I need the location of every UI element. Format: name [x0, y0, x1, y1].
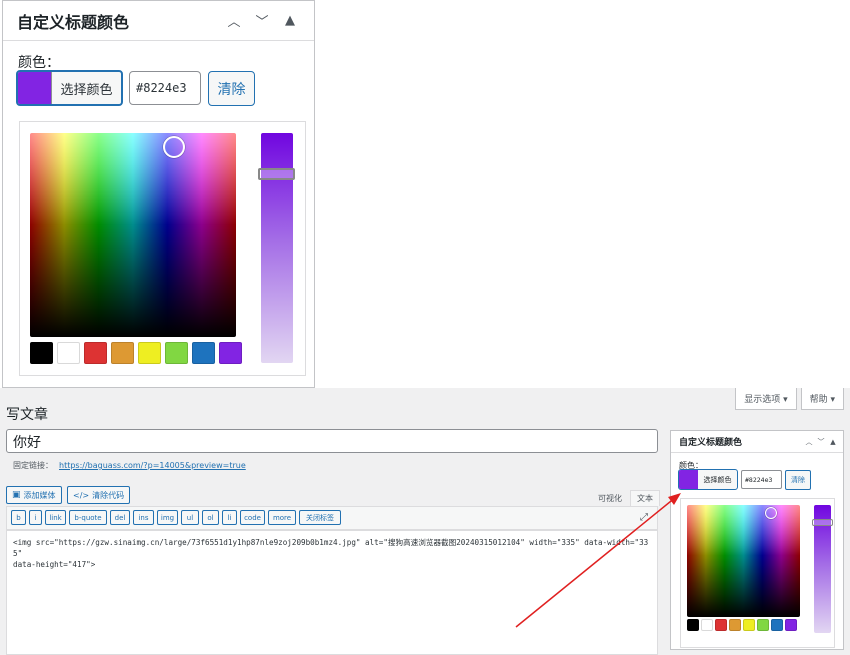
side-metabox-header: 自定义标题颜色 ︿ ﹀ ▲ [671, 431, 843, 453]
permalink: 固定链接： https://baguass.com/?p=14005&previe… [13, 460, 246, 471]
collapse-triangle-icon[interactable]: ▲ [276, 13, 304, 28]
qt-link[interactable]: link [45, 510, 66, 525]
side-palette [687, 619, 797, 631]
tab-text[interactable]: 文本 [630, 490, 660, 506]
post-editor: 显示选项 ▾ 帮助 ▾ 写文章 你好 固定链接： https://baguass.… [0, 388, 850, 655]
code-line-1: <img src="https://gzw.sinaimg.cn/large/7… [13, 538, 649, 558]
side-swatch-red[interactable] [715, 619, 727, 631]
add-media-button[interactable]: ▣ 添加媒体 [6, 486, 62, 504]
palette-swatch-orange[interactable] [111, 342, 134, 364]
qt-ul[interactable]: ul [181, 510, 199, 525]
code-line-2: data-height="417"> [13, 560, 96, 569]
side-swatch-purple[interactable] [785, 619, 797, 631]
page-title: 写文章 [6, 407, 48, 423]
color-swatch [18, 72, 52, 104]
side-swatch-black[interactable] [687, 619, 699, 631]
palette-swatch-white[interactable] [57, 342, 80, 364]
collapse-triangle-icon[interactable]: ▲ [827, 438, 839, 446]
qt-ins[interactable]: ins [133, 510, 154, 525]
side-metabox-title: 自定义标题颜色 [679, 438, 743, 448]
clear-button[interactable]: 清除 [208, 71, 255, 106]
tab-visual[interactable]: 可视化 [592, 490, 628, 506]
palette [30, 342, 242, 364]
side-hex-color-input[interactable]: #8224e3 [741, 470, 782, 489]
qt-bquote[interactable]: b-quote [69, 510, 107, 525]
color-metabox-sidebar: 自定义标题颜色 ︿ ﹀ ▲ 颜色： 选择颜色 #8224e3 清除 [670, 430, 844, 650]
side-select-color-button[interactable]: 选择颜色 [678, 469, 738, 490]
palette-swatch-black[interactable] [30, 342, 53, 364]
qt-italic[interactable]: i [29, 510, 42, 525]
qt-close-tags[interactable]: 关闭标签 [299, 510, 341, 525]
side-saturation-square[interactable] [687, 505, 800, 617]
permalink-link[interactable]: https://baguass.com/?p=14005&preview=tru… [59, 461, 246, 470]
chevron-down-icon[interactable]: ﹀ [248, 11, 276, 30]
qt-del[interactable]: del [110, 510, 130, 525]
color-picker-panel [19, 121, 306, 376]
clear-code-button[interactable]: </> 清除代码 [67, 486, 131, 504]
help-tab[interactable]: 帮助 ▾ [800, 388, 844, 410]
side-swatch-white[interactable] [701, 619, 713, 631]
color-metabox-zoomed: 自定义标题颜色 ︿ ﹀ ▲ 颜色： 选择颜色 清除 [2, 0, 315, 388]
code-textarea[interactable]: <img src="https://gzw.sinaimg.cn/large/7… [6, 530, 658, 655]
qt-code[interactable]: code [240, 510, 265, 525]
color-label: 颜色： [18, 55, 60, 71]
chevron-up-icon[interactable]: ︿ [220, 11, 248, 30]
qt-ol[interactable]: ol [202, 510, 219, 525]
qt-li[interactable]: li [222, 510, 237, 525]
chevron-up-icon[interactable]: ︿ [803, 437, 815, 447]
media-icon: ▣ [12, 490, 21, 500]
metabox-header: 自定义标题颜色 ︿ ﹀ ▲ [3, 1, 314, 41]
slider-handle[interactable] [258, 168, 295, 180]
select-color-label: 选择颜色 [60, 82, 113, 98]
post-title-input[interactable]: 你好 [6, 429, 658, 453]
side-swatch-orange[interactable] [729, 619, 741, 631]
saturation-square[interactable] [30, 133, 236, 337]
qt-more[interactable]: more [268, 510, 296, 525]
side-swatch-blue[interactable] [771, 619, 783, 631]
metabox-title: 自定义标题颜色 [17, 12, 130, 32]
palette-swatch-green[interactable] [165, 342, 188, 364]
screen-meta-links: 显示选项 ▾ 帮助 ▾ [735, 388, 844, 410]
side-color-swatch [679, 470, 698, 489]
side-swatch-yellow[interactable] [743, 619, 755, 631]
side-select-color-label: 选择颜色 [703, 475, 732, 484]
select-color-button[interactable]: 选择颜色 [16, 70, 123, 106]
side-clear-button[interactable]: 清除 [785, 470, 811, 490]
palette-swatch-purple[interactable] [219, 342, 242, 364]
code-icon: </> [73, 490, 90, 500]
qt-bold[interactable]: b [11, 510, 26, 525]
side-swatch-green[interactable] [757, 619, 769, 631]
fullscreen-icon[interactable]: ⤢ [640, 512, 648, 523]
clear-code-label: 清除代码 [92, 490, 125, 500]
palette-swatch-red[interactable] [84, 342, 107, 364]
hex-color-input[interactable] [129, 71, 201, 105]
picker-cursor[interactable] [163, 136, 185, 158]
add-media-label: 添加媒体 [23, 490, 56, 500]
qt-img[interactable]: img [157, 510, 178, 525]
side-color-picker-panel [680, 498, 835, 648]
screen-options-tab[interactable]: 显示选项 ▾ [735, 388, 797, 410]
palette-swatch-yellow[interactable] [138, 342, 161, 364]
side-slider-handle[interactable] [812, 519, 833, 526]
palette-swatch-blue[interactable] [192, 342, 215, 364]
chevron-down-icon[interactable]: ﹀ [815, 437, 827, 447]
permalink-label: 固定链接： [13, 461, 53, 470]
side-picker-cursor[interactable] [765, 507, 777, 519]
